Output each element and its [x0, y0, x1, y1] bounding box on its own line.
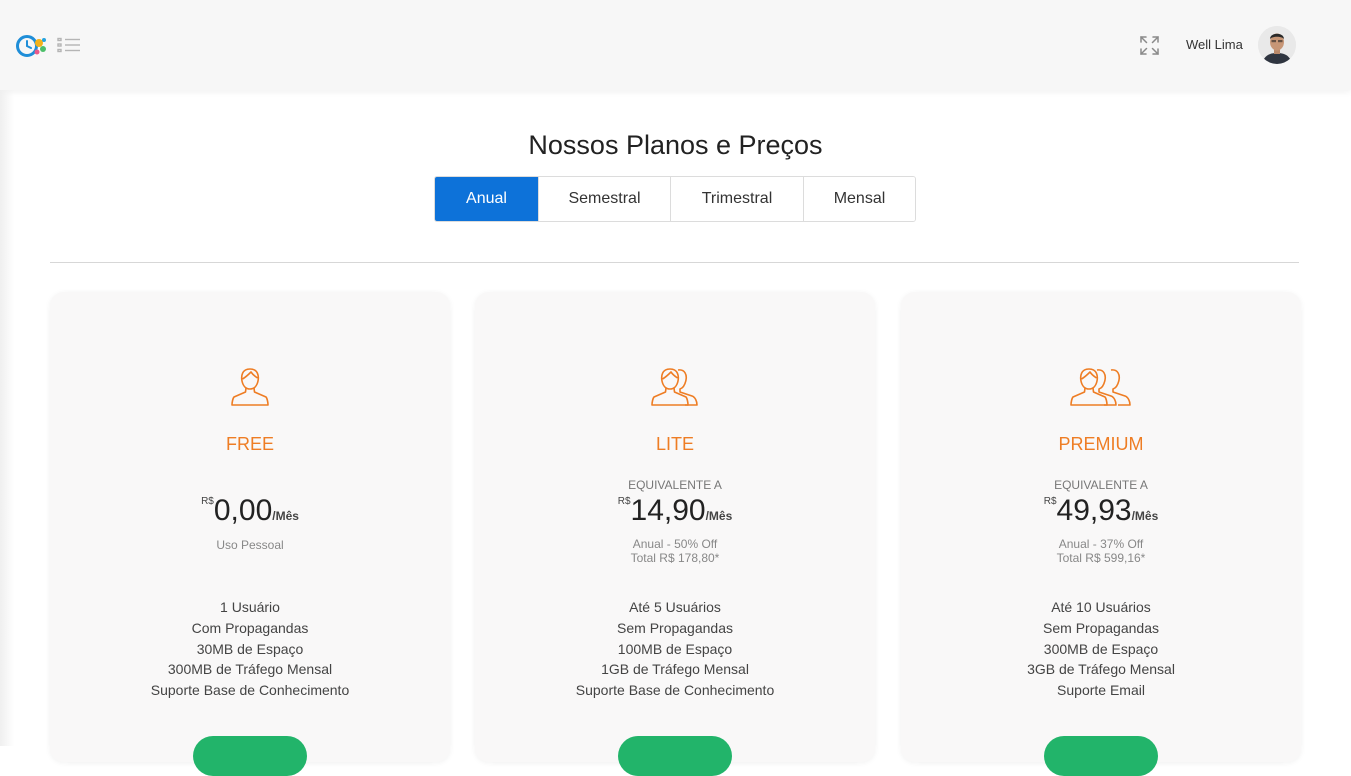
price-amount: 49,93: [1056, 494, 1132, 527]
feature-item: Suporte Base de Conhecimento: [575, 682, 775, 699]
feature-item: 1GB de Tráfego Mensal: [601, 661, 749, 678]
select-plan-button[interactable]: [618, 736, 732, 776]
feature-item: Suporte Base de Conhecimento: [150, 682, 350, 699]
plan-note: Uso Pessoal: [216, 538, 284, 552]
list-menu-icon[interactable]: [57, 37, 81, 53]
section-divider: [50, 262, 1299, 263]
feature-item: 30MB de Espaço: [196, 640, 304, 657]
price: R$14,90/Mês: [475, 494, 875, 528]
feature-item: Até 10 Usuários: [1051, 599, 1151, 615]
single-user-icon: [230, 366, 270, 411]
plan-card-lite: LITE EQUIVALENTE A R$14,90/Mês Anual - 5…: [475, 292, 875, 776]
currency-symbol: R$: [201, 496, 214, 507]
price: R$0,00/Mês: [50, 494, 450, 528]
user-name[interactable]: Well Lima: [1186, 37, 1243, 52]
plan-name: FREE: [225, 434, 274, 454]
feature-item: 300MB de Espaço: [1043, 640, 1159, 657]
tab-semestral[interactable]: Semestral: [538, 177, 670, 221]
discount-note: Anual - 37% Off: [1058, 537, 1144, 551]
user-avatar[interactable]: [1258, 26, 1296, 64]
fullscreen-expand-icon[interactable]: [1140, 36, 1159, 55]
price-period: /Mês: [1131, 509, 1159, 523]
tab-trimestral[interactable]: Trimestral: [670, 177, 803, 221]
feature-item: Com Propagandas: [191, 619, 309, 636]
feature-item: Sem Propagandas: [617, 619, 733, 636]
feature-item: 1 Usuário: [220, 599, 280, 615]
top-bar: Well Lima: [0, 0, 1351, 90]
currency-symbol: R$: [1043, 496, 1057, 507]
billing-period-tabs: Anual Semestral Trimestral Mensal: [434, 176, 916, 222]
feature-item: Suporte Email: [1057, 682, 1145, 699]
tab-anual[interactable]: Anual: [435, 177, 538, 221]
feature-list: Até 5 Usuários Sem Propagandas 100MB de …: [475, 597, 875, 701]
feature-item: 100MB de Espaço: [617, 640, 733, 657]
discount-note: Anual - 50% Off: [632, 537, 718, 551]
currency-symbol: R$: [617, 496, 631, 507]
plan-name: PREMIUM: [1058, 434, 1144, 454]
feature-item: Sem Propagandas: [1043, 619, 1159, 636]
select-plan-button[interactable]: [193, 736, 307, 776]
total-note: Total R$ 178,80*: [630, 551, 720, 565]
plan-card-free: FREE R$0,00/Mês Uso Pessoal 1 Usuário Co…: [50, 292, 450, 776]
feature-item: 300MB de Tráfego Mensal: [167, 661, 333, 678]
tab-mensal[interactable]: Mensal: [803, 177, 915, 221]
plan-card-premium: PREMIUM EQUIVALENTE A R$49,93/Mês Anual …: [901, 292, 1301, 776]
two-users-icon: [651, 366, 699, 411]
feature-list: 1 Usuário Com Propagandas 30MB de Espaço…: [50, 597, 450, 701]
price-amount: 14,90: [630, 494, 706, 527]
equivalent-label: EQUIVALENTE A: [628, 478, 722, 492]
price-period: /Mês: [705, 509, 733, 523]
price-amount: 0,00: [213, 494, 273, 527]
sidebar-edge-shadow: [0, 90, 14, 746]
app-logo-icon[interactable]: [14, 33, 50, 59]
feature-item: 3GB de Tráfego Mensal: [1027, 661, 1175, 678]
price: R$49,93/Mês: [901, 494, 1301, 528]
equivalent-label: EQUIVALENTE A: [1054, 478, 1148, 492]
plan-name: LITE: [655, 434, 694, 454]
feature-item: Até 5 Usuários: [629, 599, 721, 615]
feature-list: Até 10 Usuários Sem Propagandas 300MB de…: [901, 597, 1301, 701]
page-title: Nossos Planos e Preços: [528, 130, 823, 160]
three-users-icon: [1070, 366, 1132, 411]
price-period: /Mês: [272, 509, 299, 523]
select-plan-button[interactable]: [1044, 736, 1158, 776]
total-note: Total R$ 599,16*: [1056, 551, 1146, 565]
